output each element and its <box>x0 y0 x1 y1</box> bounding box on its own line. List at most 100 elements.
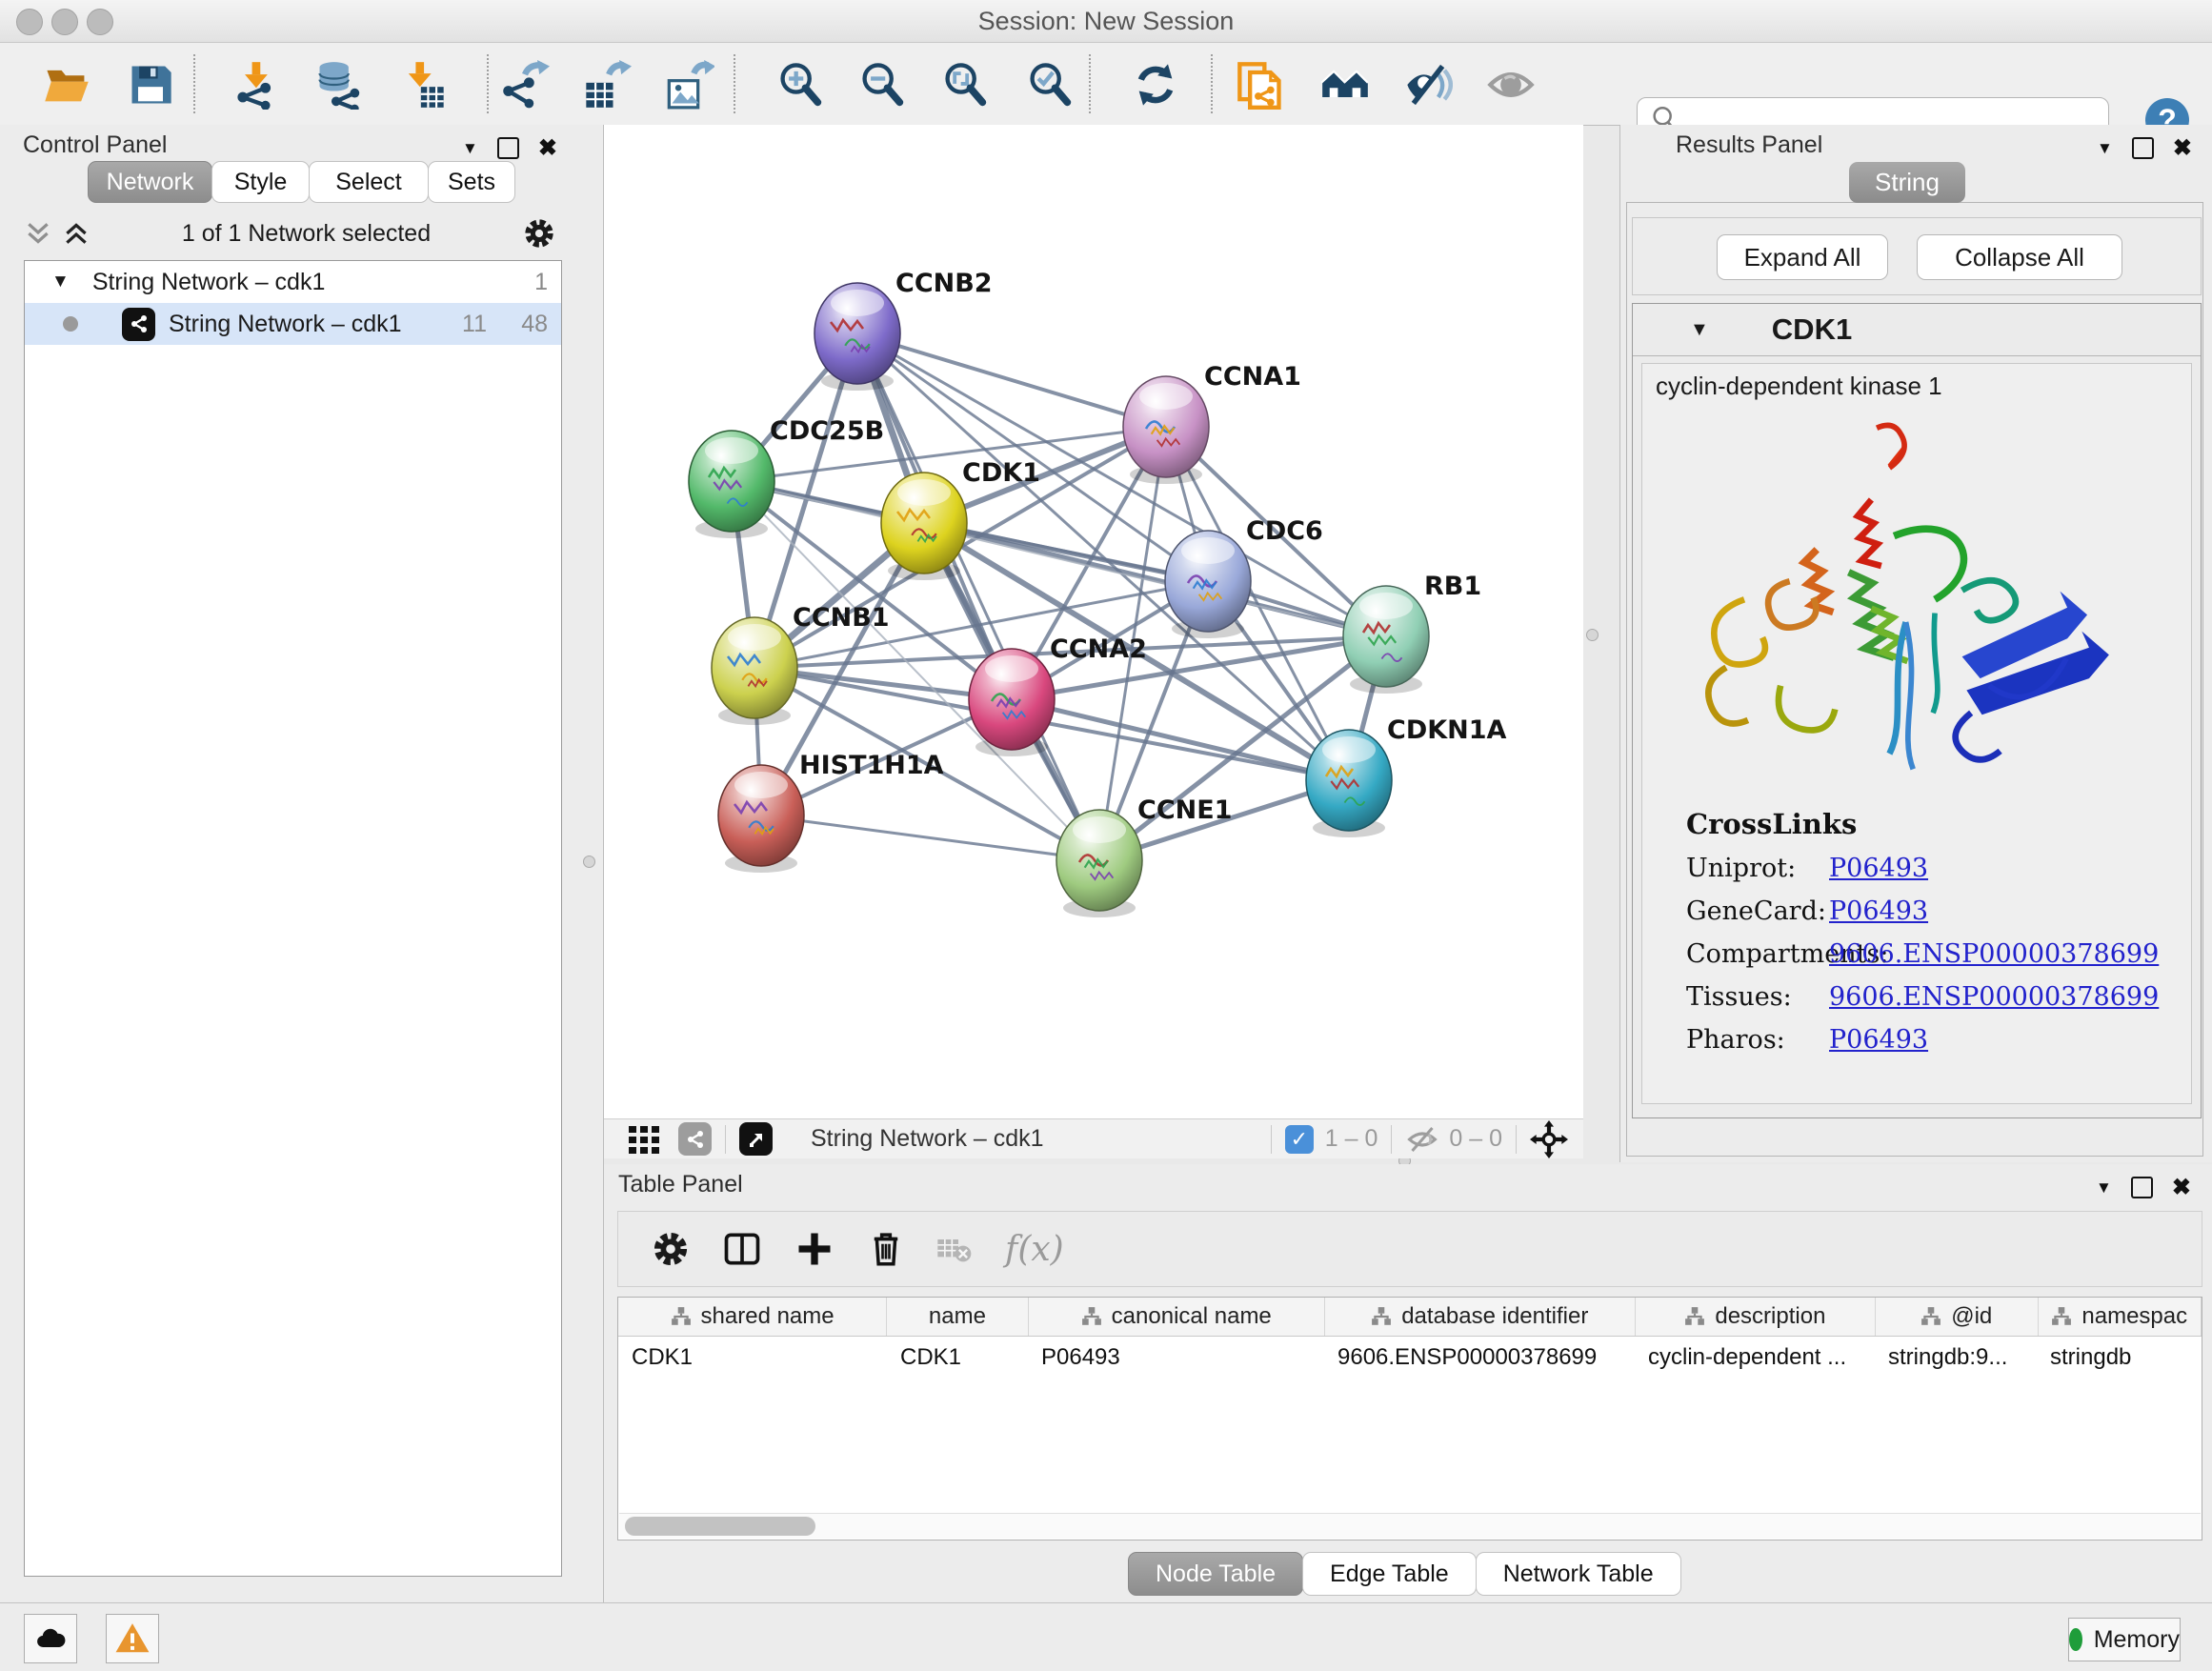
results-panel-float-icon[interactable] <box>2132 137 2154 159</box>
first-neighbors-icon[interactable] <box>1319 59 1371 111</box>
zoom-in-icon[interactable] <box>774 59 826 111</box>
add-column-icon[interactable] <box>794 1228 835 1270</box>
results-panel-close-icon[interactable]: ✖ <box>2173 134 2192 162</box>
network-view-icon[interactable] <box>678 1122 712 1156</box>
crosslink-label: GeneCard: <box>1686 896 1829 926</box>
crosslink-link[interactable]: P06493 <box>1829 1025 1928 1055</box>
show-graphics-icon[interactable] <box>1485 59 1537 111</box>
tab-sets[interactable]: Sets <box>428 161 515 203</box>
grid-view-icon[interactable] <box>627 1122 661 1157</box>
export-image-icon[interactable] <box>664 59 715 111</box>
scrollbar-thumb[interactable] <box>625 1517 815 1536</box>
tab-string[interactable]: String <box>1849 162 1965 203</box>
column-header-canonical-name[interactable]: canonical name <box>1029 1298 1325 1336</box>
memory-label: Memory <box>2094 1626 2180 1654</box>
network-node-CCNA1[interactable] <box>1123 376 1209 484</box>
refresh-icon[interactable] <box>1130 59 1181 111</box>
crosslink-link[interactable]: P06493 <box>1829 896 1928 926</box>
clone-network-icon[interactable] <box>1235 59 1286 111</box>
right-splitter-handle[interactable] <box>1586 629 1599 641</box>
tab-network-table[interactable]: Network Table <box>1476 1552 1681 1596</box>
application-window: Session: New Session <box>0 0 2212 1671</box>
open-session-icon[interactable] <box>41 59 92 111</box>
cloud-button[interactable] <box>24 1614 77 1663</box>
collapse-all-button[interactable]: Collapse All <box>1917 234 2122 280</box>
table-panel-collapse-icon[interactable]: ▼ <box>2096 1178 2112 1198</box>
tab-network[interactable]: Network <box>88 161 212 203</box>
table-panel-float-icon[interactable] <box>2131 1177 2153 1198</box>
table-cell[interactable]: stringdb <box>2037 1337 2200 1379</box>
network-node-CDKN1A[interactable] <box>1306 730 1392 837</box>
crosslink-link[interactable]: 9606.ENSP00000378699 <box>1829 939 2159 969</box>
column-header-shared-name[interactable]: shared name <box>618 1298 887 1336</box>
table-panel-close-icon[interactable]: ✖ <box>2172 1174 2191 1201</box>
network-node-CCNB1[interactable] <box>712 617 797 725</box>
export-table-icon[interactable] <box>581 59 633 111</box>
network-row[interactable]: String Network – cdk1 11 48 <box>25 303 561 345</box>
table-options-gear-icon[interactable] <box>651 1229 691 1269</box>
crosslinks-title: CrossLinks <box>1686 808 2159 840</box>
table-cell[interactable]: stringdb:9... <box>1875 1337 2037 1379</box>
memory-button[interactable]: Memory <box>2068 1618 2181 1661</box>
table-cell[interactable]: 9606.ENSP00000378699 <box>1324 1337 1635 1379</box>
delete-table-icon[interactable] <box>935 1230 973 1268</box>
import-network-database-icon[interactable] <box>312 59 364 111</box>
window-title: Session: New Session <box>0 7 2212 36</box>
tab-style[interactable]: Style <box>211 161 310 203</box>
column-header-@id[interactable]: @id <box>1876 1298 2038 1336</box>
tab-edge-table[interactable]: Edge Table <box>1302 1552 1477 1596</box>
left-splitter-handle[interactable] <box>583 856 595 868</box>
table-cell[interactable]: cyclin-dependent ... <box>1635 1337 1875 1379</box>
export-network-icon[interactable] <box>499 59 551 111</box>
table-cell[interactable]: CDK1 <box>618 1337 887 1379</box>
table-horizontal-scrollbar[interactable] <box>619 1513 2201 1539</box>
crosslink-row: Pharos:P06493 <box>1686 1025 2159 1055</box>
crosslink-link[interactable]: P06493 <box>1829 854 1928 883</box>
section-collapse-icon[interactable]: ▼ <box>1690 319 1709 341</box>
network-node-CCNB2[interactable] <box>814 283 900 391</box>
table-cell[interactable]: CDK1 <box>887 1337 1028 1379</box>
network-node-CDC25B[interactable] <box>689 431 774 538</box>
show-columns-icon[interactable] <box>721 1228 763 1270</box>
control-panel-collapse-icon[interactable]: ▼ <box>462 139 478 158</box>
control-panel-close-icon[interactable]: ✖ <box>538 134 557 162</box>
expand-all-button[interactable]: Expand All <box>1717 234 1888 280</box>
collapse-all-icon[interactable] <box>24 221 52 246</box>
table-cell[interactable]: P06493 <box>1028 1337 1324 1379</box>
network-edges[interactable] <box>732 333 1386 860</box>
control-panel-float-icon[interactable] <box>497 137 519 159</box>
network-node-CCNE1[interactable] <box>1056 810 1142 917</box>
zoom-out-icon[interactable] <box>856 59 908 111</box>
tab-node-table[interactable]: Node Table <box>1128 1552 1303 1596</box>
network-canvas[interactable]: CCNB2CCNA1CDC25BCDK1CDC6RB1CCNB1CCNA2CDK… <box>604 125 1583 1118</box>
tree-expander-icon[interactable]: ▼ <box>51 272 70 292</box>
hide-selected-icon[interactable] <box>1402 59 1454 111</box>
network-options-gear-icon[interactable] <box>522 216 556 251</box>
birdseye-view-icon[interactable] <box>739 1122 773 1156</box>
save-session-icon[interactable] <box>125 59 176 111</box>
tab-select[interactable]: Select <box>309 161 429 203</box>
column-header-namespac[interactable]: namespac <box>2039 1298 2202 1336</box>
zoom-fit-icon[interactable] <box>939 59 991 111</box>
expand-all-icon[interactable] <box>62 221 90 246</box>
import-network-file-icon[interactable] <box>231 59 283 111</box>
import-table-icon[interactable] <box>397 59 449 111</box>
warning-button[interactable] <box>106 1614 159 1663</box>
column-header-name[interactable]: name <box>887 1298 1029 1336</box>
selected-nodes-checkbox[interactable]: ✓ <box>1285 1125 1314 1154</box>
crosslink-row: Uniprot:P06493 <box>1686 854 2159 883</box>
network-view-toolbar: String Network – cdk1 ✓ 1 – 0 0 – 0 <box>604 1118 1583 1158</box>
delete-column-icon[interactable] <box>866 1229 906 1269</box>
column-header-database-identifier[interactable]: database identifier <box>1325 1298 1636 1336</box>
node-result-header[interactable]: ▼ CDK1 <box>1633 304 2201 356</box>
function-builder-icon[interactable]: f(x) <box>1005 1230 1064 1269</box>
results-panel-collapse-icon[interactable]: ▼ <box>2097 139 2113 158</box>
zoom-selected-icon[interactable] <box>1024 59 1076 111</box>
crosslink-link[interactable]: 9606.ENSP00000378699 <box>1829 982 2159 1012</box>
pan-crosshair-icon[interactable] <box>1530 1120 1568 1158</box>
network-node-HIST1H1A[interactable] <box>718 765 804 873</box>
column-header-description[interactable]: description <box>1636 1298 1876 1336</box>
toolbar-separator <box>487 54 489 113</box>
network-node-RB1[interactable] <box>1343 586 1429 694</box>
network-collection-row[interactable]: ▼ String Network – cdk1 1 <box>25 261 561 303</box>
